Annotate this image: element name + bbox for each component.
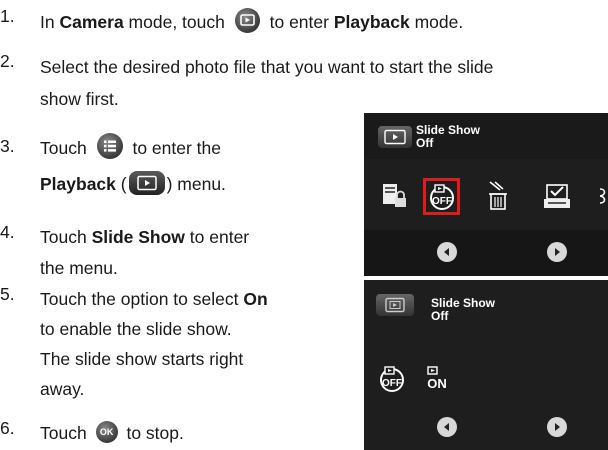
- step-text: Touch the option to select On to enable …: [40, 284, 268, 404]
- step-text: In Camera mode, touch to enter Playback …: [40, 6, 463, 38]
- step-text: Select the desired photo file that you w…: [40, 51, 493, 115]
- svg-text:OFF: OFF: [432, 196, 452, 207]
- step-5-pre: Touch the option to select: [40, 289, 244, 309]
- step-text: Touch Slide Show to enter the menu.: [40, 222, 249, 284]
- step-1-end: mode.: [409, 12, 464, 32]
- svg-text:OFF: OFF: [382, 378, 402, 389]
- print-lock-icon[interactable]: [380, 181, 408, 216]
- step-text: Touch to enter the Playback ( ) menu.: [40, 130, 226, 202]
- step-5-line-4: away.: [40, 379, 85, 399]
- step-3-paren-open: (: [115, 174, 127, 194]
- previous-arrow-icon[interactable]: [437, 242, 457, 262]
- camera-label: Camera: [59, 12, 124, 32]
- menu-value: Off: [416, 136, 434, 150]
- playback-menu-label: Playback: [40, 174, 116, 194]
- step-5-line-2: to enable the slide show.: [40, 319, 232, 339]
- on-label: On: [243, 289, 268, 309]
- screen-footer: [364, 230, 608, 276]
- step-number: 4.: [0, 222, 15, 242]
- playback-mode-icon: [128, 171, 165, 196]
- step-1-post: to enter: [269, 12, 334, 32]
- next-arrow-icon[interactable]: [547, 242, 567, 262]
- camera-screen-1: Slide Show Off OFF: [364, 113, 608, 276]
- svg-text:ON: ON: [427, 376, 447, 391]
- step-number: 5.: [0, 284, 15, 304]
- step-5-line-3: The slide show starts right: [40, 349, 244, 369]
- step-number: 3.: [0, 136, 15, 156]
- next-arrow-icon[interactable]: [547, 417, 567, 437]
- playback-label: Playback: [333, 12, 410, 32]
- step-3-post: to enter the: [132, 138, 221, 158]
- slideshow-on-icon[interactable]: ON: [425, 364, 453, 399]
- slideshow-off-icon[interactable]: OFF: [428, 182, 456, 217]
- step-4-pre: Touch: [40, 227, 92, 247]
- playback-button-icon: [234, 7, 260, 33]
- screen-header: Slide Show Off: [364, 113, 608, 159]
- slideshow-off-icon[interactable]: OFF: [378, 364, 406, 399]
- camera-screen-2: Slide Show Off OFF ON: [364, 280, 608, 450]
- slide-show-label: Slide Show: [91, 227, 185, 247]
- menu-value: Off: [431, 309, 449, 323]
- delete-icon[interactable]: [485, 180, 511, 217]
- playback-mode-badge[interactable]: [378, 126, 412, 148]
- step-number: 6.: [0, 418, 15, 438]
- dpof-icon[interactable]: [542, 181, 572, 216]
- step-3-paren-close: ) menu.: [166, 174, 226, 194]
- step-4-line-2: the menu.: [40, 258, 118, 278]
- step-6-post: to stop.: [126, 423, 184, 443]
- step-1-pre: In: [40, 12, 60, 32]
- playback-mode-badge[interactable]: [376, 294, 414, 316]
- more-icon: [599, 185, 608, 212]
- step-1-mid: mode, touch: [123, 12, 225, 32]
- screen-footer: [364, 404, 608, 450]
- step-2-line-1: Select the desired photo file that you w…: [40, 57, 494, 77]
- step-number: 2.: [0, 51, 15, 71]
- previous-arrow-icon[interactable]: [437, 417, 457, 437]
- step-3-pre: Touch: [40, 138, 87, 158]
- step-number: 1.: [0, 6, 15, 26]
- menu-button-icon: [96, 133, 123, 160]
- step-text: Touch OK to stop.: [40, 418, 184, 448]
- ok-button-icon: OK: [95, 421, 118, 444]
- screen-header: Slide Show Off: [364, 280, 608, 326]
- step-4-post: to enter: [184, 227, 250, 247]
- step-6-pre: Touch: [40, 423, 87, 443]
- step-2-line-2: show first.: [40, 89, 119, 109]
